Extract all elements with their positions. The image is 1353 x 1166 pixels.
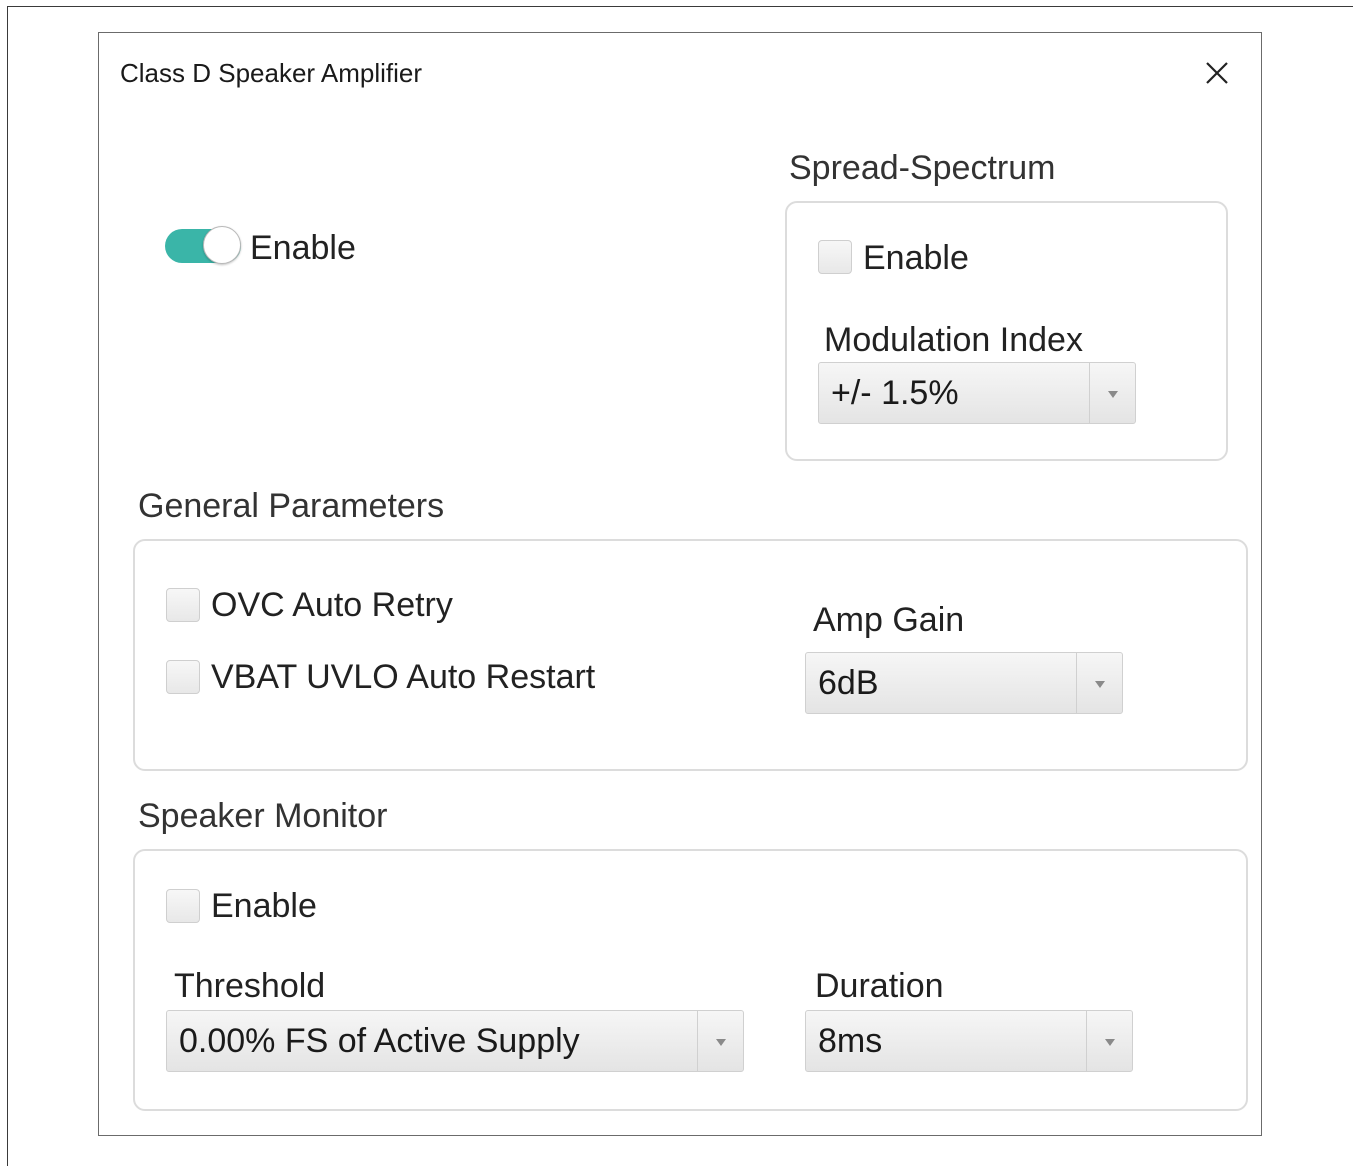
dropdown-button[interactable] (1076, 653, 1122, 713)
dropdown-button[interactable] (1089, 363, 1135, 423)
chevron-down-icon (1094, 681, 1105, 688)
spread-spectrum-enable-label: Enable (863, 239, 969, 277)
threshold-select[interactable]: 0.00% FS of Active Supply (166, 1010, 744, 1072)
amp-gain-label: Amp Gain (813, 601, 965, 639)
chevron-down-icon (715, 1039, 726, 1046)
vbat-uvlo-checkbox[interactable] (166, 660, 200, 694)
speaker-monitor-group: Enable Threshold 0.00% FS of Active Supp… (133, 849, 1248, 1111)
spread-spectrum-enable-checkbox[interactable] (818, 240, 852, 274)
dropdown-button[interactable] (1086, 1011, 1132, 1071)
ovc-auto-retry-label: OVC Auto Retry (211, 586, 453, 624)
speaker-monitor-enable-label: Enable (211, 887, 317, 925)
speaker-monitor-enable-checkbox[interactable] (166, 889, 200, 923)
duration-value: 8ms (818, 1022, 883, 1060)
amp-gain-value: 6dB (818, 664, 879, 702)
chevron-down-icon (1107, 391, 1118, 398)
duration-select[interactable]: 8ms (805, 1010, 1133, 1072)
threshold-value: 0.00% FS of Active Supply (179, 1022, 580, 1060)
toggle-knob (203, 226, 241, 264)
modulation-index-select[interactable]: +/- 1.5% (818, 362, 1136, 424)
amplifier-enable-label: Enable (250, 229, 356, 267)
dialog-title: Class D Speaker Amplifier (120, 58, 422, 88)
general-parameters-group: OVC Auto Retry VBAT UVLO Auto Restart Am… (133, 539, 1248, 771)
close-button[interactable] (1199, 55, 1235, 91)
chevron-down-icon (1104, 1039, 1115, 1046)
close-icon (1206, 62, 1228, 84)
vbat-uvlo-label: VBAT UVLO Auto Restart (211, 658, 596, 696)
dropdown-button[interactable] (697, 1011, 743, 1071)
amp-gain-select[interactable]: 6dB (805, 652, 1123, 714)
spread-spectrum-group: Enable Modulation Index +/- 1.5% (785, 201, 1228, 461)
modulation-index-value: +/- 1.5% (831, 374, 959, 412)
ovc-auto-retry-checkbox[interactable] (166, 588, 200, 622)
modulation-index-label: Modulation Index (824, 321, 1083, 359)
speaker-monitor-title: Speaker Monitor (138, 797, 388, 835)
duration-label: Duration (815, 967, 944, 1005)
threshold-label: Threshold (174, 967, 326, 1005)
spread-spectrum-title: Spread-Spectrum (789, 149, 1056, 187)
general-parameters-title: General Parameters (138, 487, 445, 525)
amplifier-dialog: Class D Speaker Amplifier Enable Spread-… (98, 32, 1262, 1136)
amplifier-enable-toggle[interactable] (165, 226, 241, 266)
